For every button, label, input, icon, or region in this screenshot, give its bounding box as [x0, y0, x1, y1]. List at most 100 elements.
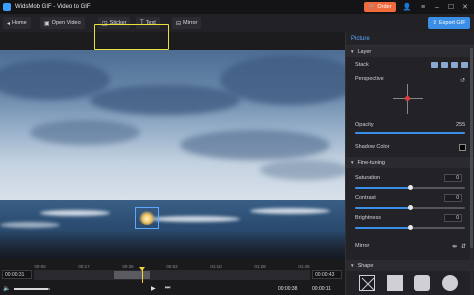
app-window: WidsMob GIF - Video to GIF 🛒 Order 👤 ≡ –… [0, 0, 474, 295]
order-label: Order [377, 4, 392, 10]
perspective-label: Perspective [355, 76, 384, 82]
selected-range[interactable] [114, 271, 150, 279]
ruler-tick: 00:17 [78, 264, 90, 269]
highlight-annotation [94, 24, 169, 50]
app-logo-icon [3, 3, 11, 11]
start-time-input[interactable]: 00:00:31 [2, 270, 32, 279]
saturation-input[interactable]: 0 [444, 174, 462, 182]
flip-vertical-icon[interactable]: ⇵ [461, 243, 466, 250]
toolbar: ◂ Home ▣ Open Video ◳ Sticker T Text ⊟ M… [0, 14, 474, 50]
flip-horizontal-icon[interactable]: ⇹ [452, 243, 457, 250]
saturation-label: Saturation [355, 175, 381, 181]
layer-section-header[interactable]: ▼ Layer [346, 46, 474, 57]
contrast-slider[interactable] [355, 205, 465, 210]
order-button[interactable]: 🛒 Order [364, 2, 396, 12]
mirror-controls: ⇹ ⇵ [452, 243, 466, 250]
open-video-button[interactable]: ▣ Open Video [40, 17, 85, 29]
collapse-icon: ▼ [350, 160, 355, 165]
contrast-input[interactable]: 0 [444, 194, 462, 202]
play-icon[interactable]: ▶ [151, 285, 156, 292]
no-shape-icon [361, 277, 375, 291]
home-label: Home [12, 20, 27, 26]
video-preview[interactable] [0, 50, 345, 259]
brightness-input[interactable]: 0 [444, 214, 462, 222]
user-icon[interactable]: 👤 [400, 1, 414, 13]
opacity-label: Opacity [355, 122, 374, 128]
saturation-knob[interactable] [407, 185, 413, 190]
collapse-icon: ▼ [350, 49, 355, 54]
sky-background [0, 50, 345, 200]
menu-icon[interactable]: ≡ [416, 1, 430, 13]
home-button[interactable]: ◂ Home [3, 17, 31, 29]
shape-section-header[interactable]: ▼ Shape [346, 260, 474, 271]
properties-panel: Picture ▼ Layer Stack Perspective Opacit… [345, 32, 474, 295]
shadow-color-swatch[interactable] [459, 144, 466, 151]
shape-square[interactable] [387, 275, 403, 291]
shape-circle[interactable] [442, 275, 458, 291]
shape-section-label: Shape [357, 262, 374, 269]
shape-none[interactable] [359, 275, 375, 291]
ruler-tick: 00:35 [122, 264, 134, 269]
back-arrow-icon: ◂ [7, 20, 11, 27]
step-forward-icon[interactable]: ⏭ [165, 285, 170, 292]
volume-icon[interactable]: 🔈 [3, 285, 10, 292]
brightness-knob[interactable] [407, 225, 413, 230]
stack-label: Stack [355, 62, 369, 68]
scrollbar-thumb[interactable] [470, 48, 473, 248]
mirror-label: Mirror [183, 20, 198, 26]
playhead[interactable] [141, 269, 143, 283]
playhead-marker-icon[interactable] [138, 267, 145, 271]
open-video-label: Open Video [51, 20, 81, 26]
ruler-tick: 01:28 [254, 264, 266, 269]
timeline: 00:00:31 00:00:43 00:00 00:17 00:35 00:5… [0, 259, 345, 295]
perspective-pad[interactable] [393, 84, 423, 114]
send-to-back-icon[interactable] [461, 62, 468, 68]
mirror-button[interactable]: ⊟ Mirror [172, 17, 202, 29]
layer-section-label: Layer [357, 48, 372, 55]
stack-controls [431, 62, 468, 68]
title-bar: WidsMob GIF - Video to GIF 🛒 Order 👤 ≡ –… [0, 0, 474, 14]
current-time: 00:00:38 [278, 286, 298, 292]
perspective-handle[interactable] [405, 96, 410, 101]
bring-to-front-icon[interactable] [431, 62, 438, 68]
ruler-tick: 01:45 [298, 264, 310, 269]
saturation-slider[interactable] [355, 185, 465, 190]
shadow-color-label: Shadow Color [355, 144, 390, 150]
contrast-knob[interactable] [407, 205, 413, 210]
ruler-tick: 00:52 [166, 264, 178, 269]
export-icon: ⇪ [432, 20, 437, 26]
minimize-icon[interactable]: – [430, 1, 444, 13]
sticker-selection[interactable] [135, 207, 159, 229]
sticker-image [139, 211, 155, 225]
close-icon[interactable]: ✕ [458, 1, 472, 13]
end-time-input[interactable]: 00:00:43 [312, 270, 342, 279]
collapse-icon: ▼ [350, 263, 355, 268]
bring-forward-icon[interactable] [441, 62, 448, 68]
total-time: 00:00:11 [312, 286, 332, 292]
rocks-foreground [0, 230, 345, 259]
mirror-row-label: Mirror [355, 243, 370, 249]
mirror-icon: ⊟ [176, 20, 182, 27]
volume-level [14, 288, 49, 290]
export-gif-button[interactable]: ⇪ Export GIF [428, 17, 470, 29]
contrast-label: Contrast [355, 195, 376, 201]
ruler-tick: 00:00 [34, 264, 46, 269]
fine-tuning-label: Fine-tuning [357, 159, 385, 166]
opacity-slider[interactable] [355, 132, 465, 134]
cart-icon: 🛒 [368, 4, 376, 10]
fine-tuning-section-header[interactable]: ▼ Fine-tuning [346, 157, 474, 168]
shape-rounded[interactable] [414, 275, 430, 291]
send-backward-icon[interactable] [451, 62, 458, 68]
tab-picture[interactable]: Picture [346, 32, 474, 46]
panel-scrollbar[interactable] [470, 46, 473, 295]
maximize-icon[interactable]: ☐ [444, 1, 458, 13]
timeline-track[interactable] [34, 270, 310, 280]
video-icon: ▣ [44, 20, 50, 27]
ruler-tick: 01:10 [210, 264, 222, 269]
reset-icon[interactable]: ↺ [460, 77, 465, 84]
export-label: Export GIF [439, 20, 466, 26]
brightness-slider[interactable] [355, 225, 465, 230]
brightness-label: Brightness [355, 215, 381, 221]
opacity-value: 255 [456, 122, 466, 128]
volume-slider[interactable] [14, 288, 50, 290]
